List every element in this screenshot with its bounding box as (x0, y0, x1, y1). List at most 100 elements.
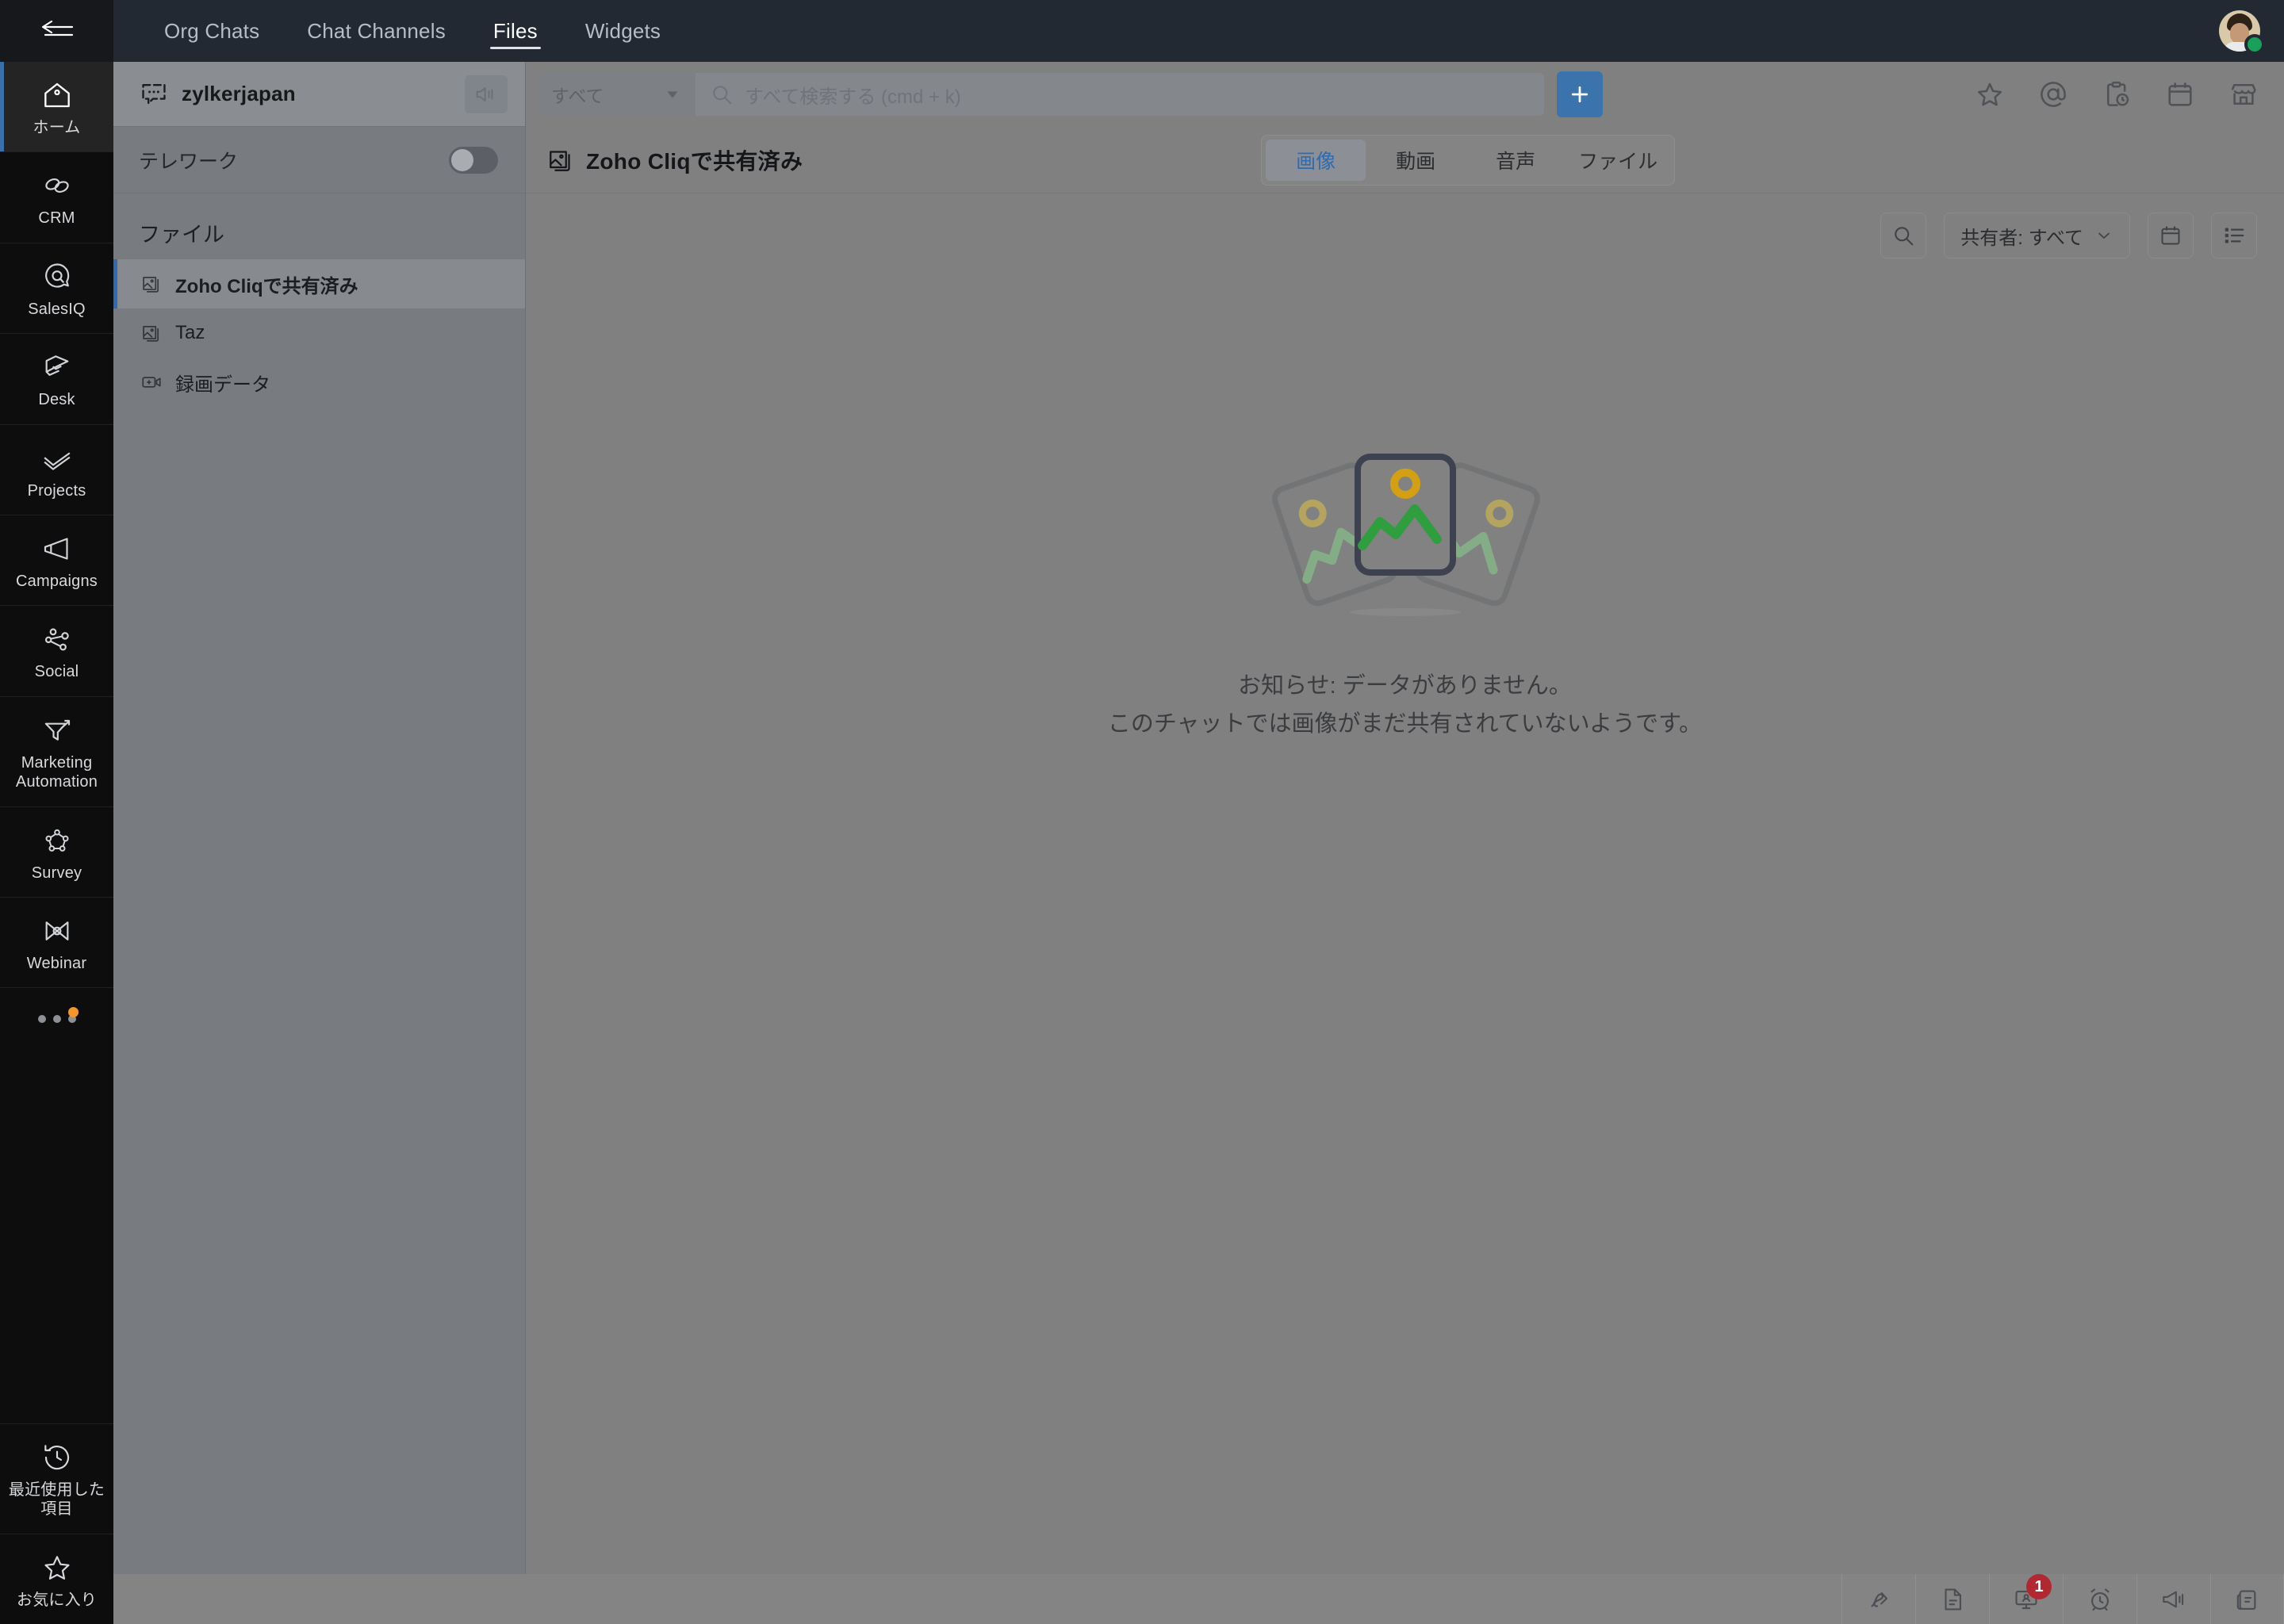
tab-label: Org Chats (164, 18, 260, 43)
telework-toggle[interactable] (449, 146, 498, 174)
calendar-icon[interactable] (2165, 79, 2195, 109)
sidebar-item-label: SalesIQ (28, 300, 86, 318)
reminder-clipboard-icon[interactable] (2102, 79, 2132, 109)
view-mode-button[interactable] (2211, 213, 2257, 259)
webinar-icon (41, 915, 73, 947)
top-nav-right (2219, 10, 2284, 55)
telework-toggle-row[interactable]: テレワーク (113, 127, 525, 193)
sidebar-item-marketing-automation[interactable]: Marketing Automation (0, 697, 113, 807)
tab-widgets[interactable]: Widgets (561, 0, 684, 62)
sidebar-item-label: Webinar (26, 954, 87, 972)
sidebar-item-label: Social (34, 663, 79, 681)
tab-label: 動画 (1396, 150, 1436, 173)
image-file-icon (140, 322, 163, 344)
home-icon (41, 79, 73, 111)
tab-label: 音声 (1496, 150, 1536, 173)
header-action-icons (1975, 79, 2263, 109)
tab-videos[interactable]: 動画 (1366, 140, 1466, 181)
history-clock-icon (41, 1442, 73, 1473)
top-nav-tabs: Org Chats Chat Channels Files Widgets (113, 0, 684, 62)
search-scope-label: すべて (551, 86, 604, 106)
sidebar-item-label: Campaigns (16, 572, 98, 590)
alarm-clock-icon[interactable] (2063, 1574, 2136, 1624)
chevron-down-icon (2094, 226, 2113, 245)
shared-by-label: 共有者: すべて (1960, 227, 2083, 249)
sidebar-item-label: CRM (38, 209, 75, 228)
search-files-button[interactable] (1880, 213, 1927, 259)
sidebar-item-home[interactable]: ホーム (0, 62, 113, 153)
tab-files[interactable]: ファイル (1565, 140, 1670, 181)
speaker-mute-icon[interactable] (465, 75, 508, 113)
tab-images[interactable]: 画像 (1266, 139, 1366, 181)
tab-chat-channels[interactable]: Chat Channels (283, 0, 469, 62)
crm-icon (41, 170, 73, 201)
announcement-icon[interactable] (2136, 1574, 2210, 1624)
status-badge (2244, 34, 2265, 55)
empty-state-text: お知らせ: データがありません。 このチャットでは画像がまだ共有されていないよう… (1108, 668, 1702, 744)
rail-spacer (0, 1044, 113, 1424)
search-input[interactable]: すべて検索する (cmd + k) (696, 73, 1544, 116)
document-icon[interactable] (1915, 1574, 1989, 1624)
content-header: Zoho Cliqで共有済み 画像 動画 音声 ファイル (526, 127, 2284, 193)
list-item-label: Zoho Cliqで共有済み (175, 275, 358, 297)
salesiq-icon (41, 261, 73, 293)
sidebar-item-salesiq[interactable]: SalesIQ (0, 243, 113, 335)
star-icon[interactable] (1975, 79, 2005, 109)
tab-label: 画像 (1296, 150, 1336, 173)
sidebar-item-label: Desk (38, 391, 75, 409)
search-scope-dropdown[interactable]: すべて (537, 73, 696, 116)
notes-icon[interactable] (2210, 1574, 2284, 1624)
empty-state: お知らせ: データがありません。 このチャットでは画像がまだ共有されていないよう… (526, 278, 2284, 744)
list-item-taz[interactable]: Taz (113, 308, 525, 358)
chevron-down-icon (664, 86, 681, 103)
app-rail-bottom: 最近使用した項目 お気に入り (0, 1424, 113, 1624)
toggle-knob (451, 148, 473, 171)
app-rail: ホーム CRM SalesIQ Desk Projects Campaigns … (0, 0, 113, 1624)
list-view-icon (2222, 224, 2246, 247)
list-item-shared-in-cliq[interactable]: Zoho Cliqで共有済み (113, 259, 525, 308)
page-title: Zoho Cliqで共有済み (586, 148, 803, 174)
sidebar-item-social[interactable]: Social (0, 606, 113, 697)
avatar[interactable] (2219, 10, 2265, 55)
star-icon (41, 1552, 73, 1584)
panel-section-title: ファイル (139, 223, 224, 247)
sidebar-item-crm[interactable]: CRM (0, 152, 113, 243)
notification-dot (68, 1007, 79, 1018)
status-badge: 1 (2026, 1574, 2052, 1599)
desk-icon (41, 351, 73, 383)
sidebar-item-label: Survey (31, 864, 82, 882)
social-icon (41, 623, 73, 655)
shared-by-filter[interactable]: 共有者: すべて (1944, 213, 2130, 259)
tab-audio[interactable]: 音声 (1466, 140, 1565, 181)
sidebar-item-projects[interactable]: Projects (0, 425, 113, 515)
panel-file-list: Zoho Cliqで共有済み Taz 録画データ (113, 259, 525, 407)
recording-add-icon (140, 371, 163, 393)
sidebar-item-campaigns[interactable]: Campaigns (0, 515, 113, 607)
add-new-button[interactable] (1557, 71, 1603, 117)
sidebar-item-webinar[interactable]: Webinar (0, 898, 113, 989)
sidebar-item-survey[interactable]: Survey (0, 807, 113, 898)
list-item-label: 録画データ (175, 373, 270, 396)
more-apps-button[interactable] (0, 988, 113, 1044)
art-board-icon[interactable] (1841, 1574, 1915, 1624)
collapse-sidebar-button[interactable] (0, 0, 113, 62)
mention-icon[interactable] (2038, 79, 2068, 109)
sidebar-item-favorites[interactable]: お気に入り (0, 1534, 113, 1624)
tab-files[interactable]: Files (469, 0, 561, 62)
survey-icon (41, 825, 73, 856)
tab-org-chats[interactable]: Org Chats (140, 0, 283, 62)
marketplace-icon[interactable] (2228, 79, 2259, 109)
collapse-arrow-icon (40, 21, 74, 41)
sidebar-item-desk[interactable]: Desk (0, 334, 113, 425)
list-item-recordings[interactable]: 録画データ (113, 358, 525, 407)
bottom-status-bar: 1 (113, 1574, 2284, 1624)
search-combo: すべて すべて検索する (cmd + k) (537, 73, 1544, 116)
date-filter-button[interactable] (2148, 213, 2194, 259)
tab-label: ファイル (1578, 150, 1658, 173)
sidebar-item-label: Marketing Automation (15, 753, 98, 791)
marketing-automation-icon (41, 714, 73, 746)
presentation-icon[interactable]: 1 (1989, 1574, 2063, 1624)
sidebar-item-recent[interactable]: 最近使用した項目 (0, 1424, 113, 1534)
image-file-icon (546, 146, 575, 174)
tab-label: Chat Channels (307, 18, 446, 43)
